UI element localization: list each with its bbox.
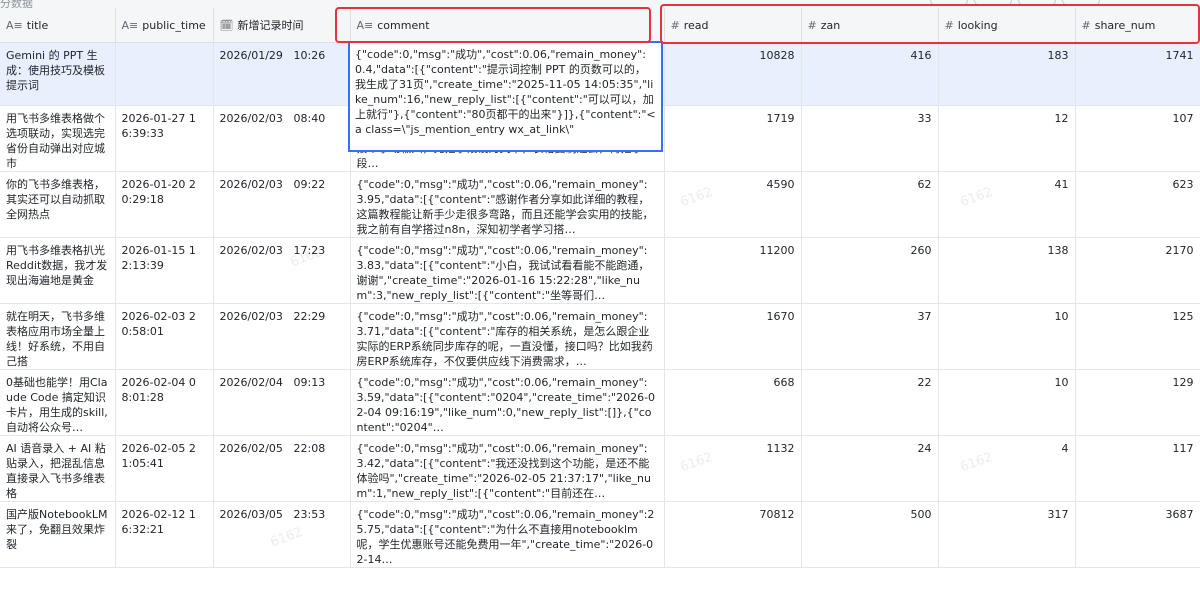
- window-top-strip: 分数据: [0, 0, 1200, 10]
- expanded-comment-cell-editor[interactable]: {"code":0,"msg":"成功","cost":0.06,"remain…: [348, 41, 663, 152]
- cell-title[interactable]: Gemini 的 PPT 生成：使用技巧及模板提示词: [0, 42, 116, 106]
- number-field-icon: #: [670, 18, 680, 32]
- cell-share-num[interactable]: 129: [1075, 369, 1200, 436]
- cell-public-time[interactable]: 2026-02-04 08:01:28: [115, 369, 214, 436]
- cell-looking[interactable]: 183: [938, 42, 1076, 106]
- text-field-icon: A≡: [6, 18, 23, 32]
- cell-read[interactable]: 11200: [664, 237, 802, 304]
- cell-share-num[interactable]: 3687: [1075, 501, 1200, 568]
- cell-share-num[interactable]: 117: [1075, 435, 1200, 502]
- cell-title[interactable]: 就在明天，飞书多维表格应用市场全量上线！好系统，不用自己搭: [0, 303, 116, 370]
- column-header-comment[interactable]: A≡ comment: [350, 8, 665, 43]
- cell-zan[interactable]: 37: [801, 303, 939, 370]
- column-header-looking[interactable]: # looking: [938, 8, 1076, 43]
- number-field-icon: #: [807, 18, 817, 32]
- table-row[interactable]: 你的飞书多维表格，其实还可以自动抓取全网热点 2026-01-20 20:29:…: [0, 171, 1200, 238]
- cell-created-time[interactable]: 2026/02/04 09:13: [213, 369, 351, 436]
- cell-zan[interactable]: 260: [801, 237, 939, 304]
- table-row[interactable]: 国产版NotebookLM来了，免翻且效果炸裂 2026-02-12 16:32…: [0, 501, 1200, 568]
- cell-zan[interactable]: 33: [801, 105, 939, 172]
- column-header-read[interactable]: # read: [664, 8, 802, 43]
- cell-comment[interactable]: {"code":0,"msg":"成功","cost":0.06,"remain…: [350, 303, 665, 370]
- cell-looking[interactable]: 41: [938, 171, 1076, 238]
- cell-share-num[interactable]: 1741: [1075, 42, 1200, 106]
- cell-created-time[interactable]: 2026/02/03 09:22: [213, 171, 351, 238]
- cell-public-time[interactable]: 2026-01-20 20:29:18: [115, 171, 214, 238]
- text-field-icon: A≡: [356, 18, 374, 32]
- cell-created-time[interactable]: 2026/01/29 10:26: [213, 42, 351, 106]
- cell-share-num[interactable]: 623: [1075, 171, 1200, 238]
- text-field-icon: A≡: [121, 18, 139, 32]
- cell-title[interactable]: 用飞书多维表格做个选项联动，实现选完省份自动弹出对应城市: [0, 105, 116, 172]
- column-header-share-num[interactable]: # share_num: [1075, 8, 1200, 43]
- cell-looking[interactable]: 317: [938, 501, 1076, 568]
- cell-comment[interactable]: {"code":0,"msg":"成功","cost":0.06,"remain…: [350, 369, 665, 436]
- column-header-title[interactable]: A≡ title: [0, 8, 116, 43]
- cell-public-time[interactable]: 2026-01-15 12:13:39: [115, 237, 214, 304]
- cell-read[interactable]: 70812: [664, 501, 802, 568]
- cell-zan[interactable]: 500: [801, 501, 939, 568]
- number-field-icon: #: [944, 18, 954, 32]
- cell-looking[interactable]: 10: [938, 369, 1076, 436]
- cell-created-time[interactable]: 2026/02/05 22:08: [213, 435, 351, 502]
- cell-public-time[interactable]: 2026-02-12 16:32:21: [115, 501, 214, 568]
- column-header-zan[interactable]: # zan: [801, 8, 939, 43]
- cell-zan[interactable]: 416: [801, 42, 939, 106]
- toolbar-fragment[interactable]: [930, 0, 1160, 6]
- cell-title[interactable]: 0基础也能学！用Claude Code 搞定知识卡片，用生成的skill,自动将…: [0, 369, 116, 436]
- table-row[interactable]: 就在明天，飞书多维表格应用市场全量上线！好系统，不用自己搭 2026-02-03…: [0, 303, 1200, 370]
- cell-looking[interactable]: 12: [938, 105, 1076, 172]
- cell-read[interactable]: 1132: [664, 435, 802, 502]
- cell-share-num[interactable]: 2170: [1075, 237, 1200, 304]
- cell-comment[interactable]: {"code":0,"msg":"成功","cost":0.06,"remain…: [350, 237, 665, 304]
- cell-title[interactable]: 国产版NotebookLM来了，免翻且效果炸裂: [0, 501, 116, 568]
- cell-public-time[interactable]: [115, 42, 214, 106]
- cell-read[interactable]: 10828: [664, 42, 802, 106]
- cell-zan[interactable]: 62: [801, 171, 939, 238]
- cell-public-time[interactable]: 2026-02-03 20:58:01: [115, 303, 214, 370]
- cell-comment[interactable]: {"code":0,"msg":"成功","cost":0.06,"remain…: [350, 501, 665, 568]
- cell-looking[interactable]: 138: [938, 237, 1076, 304]
- cell-read[interactable]: 1719: [664, 105, 802, 172]
- cell-created-time[interactable]: 2026/02/03 08:40: [213, 105, 351, 172]
- table-row[interactable]: 0基础也能学！用Claude Code 搞定知识卡片，用生成的skill,自动将…: [0, 369, 1200, 436]
- table-row[interactable]: 用飞书多维表格扒光Reddit数据，我才发现出海遍地是黄金 2026-01-15…: [0, 237, 1200, 304]
- header-row: A≡ title A≡ public_time 🗓 新增记录时间 A≡ comment …: [0, 8, 1200, 43]
- cell-title[interactable]: AI 语音录入 + AI 粘贴录入，把混乱信息直接录入飞书多维表格: [0, 435, 116, 502]
- cell-created-time[interactable]: 2026/03/05 23:53: [213, 501, 351, 568]
- column-header-public-time[interactable]: A≡ public_time: [115, 8, 214, 43]
- cell-zan[interactable]: 22: [801, 369, 939, 436]
- cell-share-num[interactable]: 125: [1075, 303, 1200, 370]
- cell-zan[interactable]: 24: [801, 435, 939, 502]
- cell-read[interactable]: 4590: [664, 171, 802, 238]
- cell-title[interactable]: 用飞书多维表格扒光Reddit数据，我才发现出海遍地是黄金: [0, 237, 116, 304]
- cell-share-num[interactable]: 107: [1075, 105, 1200, 172]
- cell-looking[interactable]: 4: [938, 435, 1076, 502]
- cell-created-time[interactable]: 2026/02/03 22:29: [213, 303, 351, 370]
- created-time-icon: 🗓: [219, 19, 234, 32]
- table-row[interactable]: AI 语音录入 + AI 粘贴录入，把混乱信息直接录入飞书多维表格 2026-0…: [0, 435, 1200, 502]
- cell-public-time[interactable]: 2026-01-27 16:39:33: [115, 105, 214, 172]
- cell-read[interactable]: 668: [664, 369, 802, 436]
- column-header-created-time[interactable]: 🗓 新增记录时间: [213, 8, 351, 43]
- cell-comment[interactable]: {"code":0,"msg":"成功","cost":0.06,"remain…: [350, 435, 665, 502]
- cell-title[interactable]: 你的飞书多维表格，其实还可以自动抓取全网热点: [0, 171, 116, 238]
- cell-public-time[interactable]: 2026-02-05 21:05:41: [115, 435, 214, 502]
- cell-created-time[interactable]: 2026/02/03 17:23: [213, 237, 351, 304]
- cell-comment[interactable]: {"code":0,"msg":"成功","cost":0.06,"remain…: [350, 171, 665, 238]
- number-field-icon: #: [1081, 18, 1091, 32]
- cell-looking[interactable]: 10: [938, 303, 1076, 370]
- cell-read[interactable]: 1670: [664, 303, 802, 370]
